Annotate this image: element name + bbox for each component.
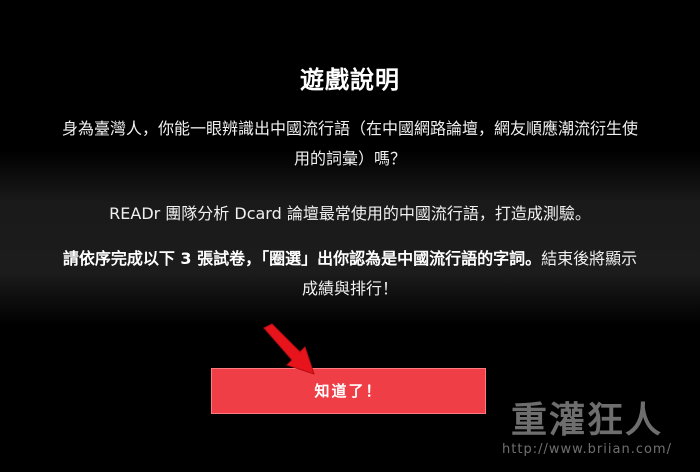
watermark: 重灌狂人 http://www.briian.com/ xyxy=(482,400,692,466)
description-paragraph: READr 團隊分析 Dcard 論壇最常使用的中國流行語，打造成測驗。 xyxy=(109,204,591,223)
instructions-paragraph: 請依序完成以下 3 張試卷，「圈選」出你認為是中國流行語的字詞。結束後將顯示成績… xyxy=(60,244,640,304)
instructions-bold-text: 請依序完成以下 3 張試卷，「圈選」出你認為是中國流行語的字詞。 xyxy=(62,249,542,268)
page-title: 遊戲說明 xyxy=(300,66,400,94)
intro-paragraph: 身為臺灣人，你能一眼辨識出中國流行語（在中國網路論壇，網友順應潮流衍生使用的詞彙… xyxy=(61,119,638,168)
game-intro-screen: 遊戲說明 身為臺灣人，你能一眼辨識出中國流行語（在中國網路論壇，網友順應潮流衍生… xyxy=(0,0,700,472)
confirm-button[interactable]: 知道了！ xyxy=(211,368,486,414)
red-pointer-arrow-icon xyxy=(263,323,315,375)
watermark-url: http://www.briian.com/ xyxy=(502,442,672,457)
watermark-logo: 重灌狂人 xyxy=(510,399,663,441)
